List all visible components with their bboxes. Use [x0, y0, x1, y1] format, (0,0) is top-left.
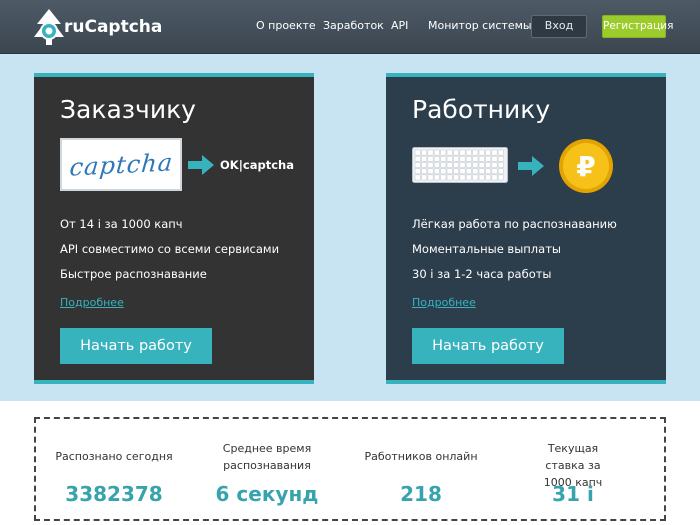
worker-more-link[interactable]: Подробнее [412, 296, 476, 309]
stat-value: 218 [400, 482, 442, 506]
customer-panel: Заказчику captcha OK|captcha От 14 і за … [34, 73, 314, 384]
stat-value: 31 і [552, 482, 594, 506]
stat-value: 6 секунд [215, 482, 319, 506]
tree-logo-icon [34, 9, 64, 45]
captcha-result-text: OK|captcha [220, 158, 294, 172]
nav-system-monitor[interactable]: Монитор системы [428, 19, 532, 32]
worker-feature-payouts: Моментальные выплаты [412, 242, 561, 256]
coin-symbol: ₽ [576, 150, 595, 183]
stat-workers-online: Работников онлайн 218 [346, 419, 496, 519]
logo[interactable]: ruCaptcha [32, 6, 162, 48]
arrow-right-icon [188, 155, 214, 175]
stat-average-time: Среднее время распознавания 6 секунд [194, 419, 340, 519]
captcha-word: captcha [67, 147, 175, 182]
register-button[interactable]: Регистрация [602, 15, 673, 38]
worker-feature-earnings: 30 і за 1-2 часа работы [412, 267, 552, 281]
nav-about[interactable]: О проекте [256, 19, 316, 32]
nav-api[interactable]: API [391, 19, 408, 32]
stat-recognized-today: Распознано сегодня 3382378 [40, 419, 188, 519]
stat-label: Распознано сегодня [55, 450, 173, 463]
customer-start-button[interactable]: Начать работу [60, 328, 212, 364]
stat-label: Среднее время распознавания [222, 442, 312, 472]
logo-text: ruCaptcha [64, 17, 163, 37]
customer-feature-speed: Быстрое распознавание [60, 267, 207, 281]
ruble-coin-icon: ₽ [559, 139, 613, 193]
stat-label: Работников онлайн [364, 450, 478, 463]
worker-panel: Работнику ₽ Лёгкая работа по распознаван… [386, 73, 666, 384]
keyboard-icon [412, 147, 508, 183]
stat-current-rate: Текущая ставка за 1000 капч 31 і [502, 419, 644, 519]
worker-title: Работнику [412, 95, 551, 124]
captcha-sample-image: captcha [60, 138, 182, 191]
customer-feature-price: От 14 і за 1000 капч [60, 217, 183, 231]
worker-start-button[interactable]: Начать работу [412, 328, 564, 364]
arrow-right-icon [518, 156, 544, 176]
customer-more-link[interactable]: Подробнее [60, 296, 124, 309]
customer-feature-api: API совместимо со всеми сервисами [60, 242, 280, 256]
stat-value: 3382378 [65, 482, 163, 506]
worker-feature-easy: Лёгкая работа по распознаванию [412, 217, 617, 231]
login-button[interactable]: Вход [531, 15, 587, 38]
top-header: ruCaptcha О проекте Заработок API Монито… [0, 0, 700, 54]
nav-earnings[interactable]: Заработок [323, 19, 384, 32]
stats-box: Распознано сегодня 3382378 Среднее время… [34, 417, 666, 521]
customer-title: Заказчику [60, 95, 196, 124]
